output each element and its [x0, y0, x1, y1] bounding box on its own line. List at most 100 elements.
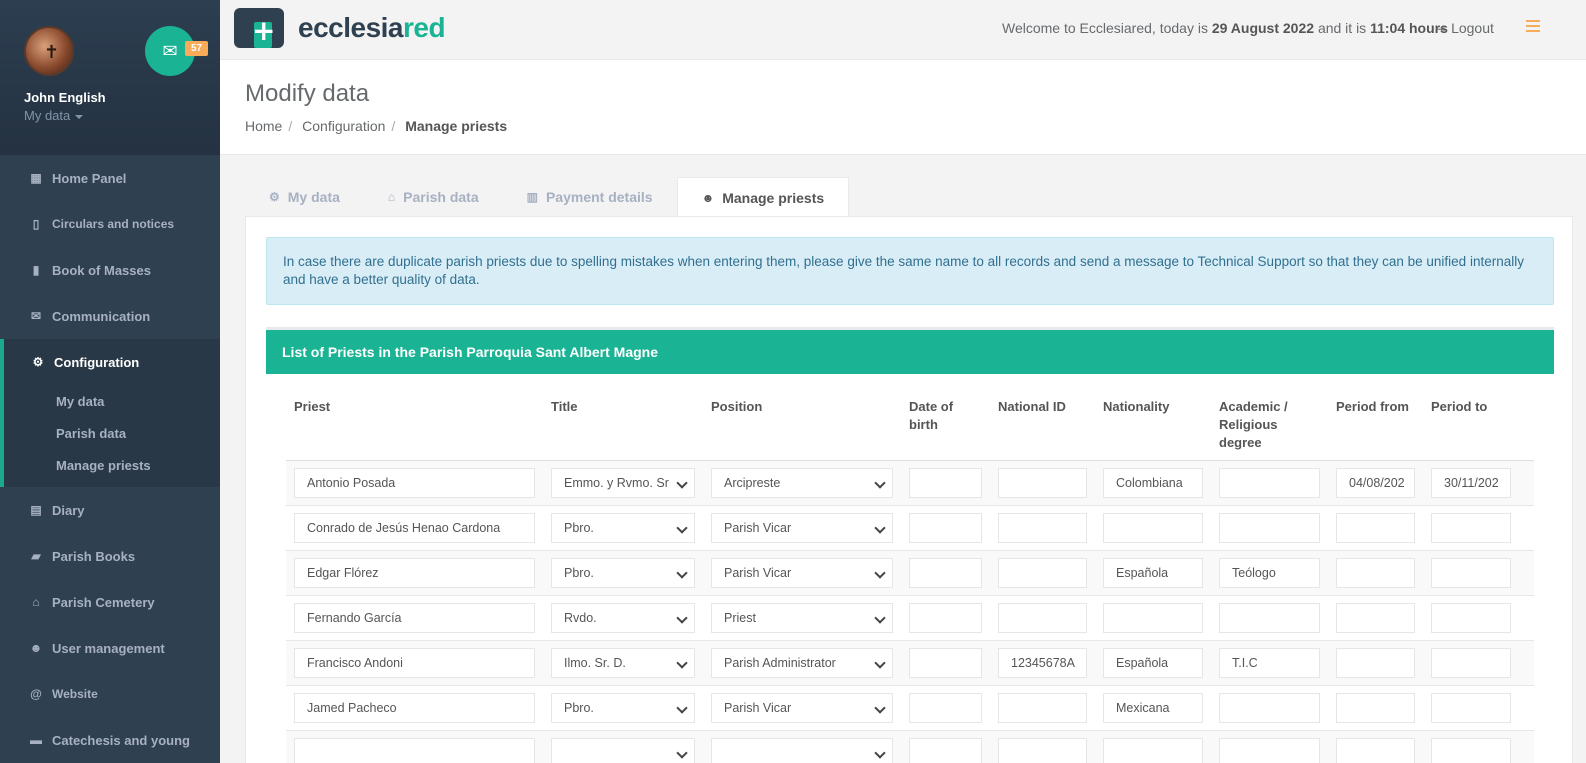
period-to-input[interactable]: [1431, 693, 1511, 723]
sidebar-item-parish-books[interactable]: ▰ Parish Books: [0, 533, 220, 579]
period-from-input[interactable]: [1336, 693, 1415, 723]
nationality-input[interactable]: Española: [1103, 558, 1203, 588]
priest-name-input[interactable]: Conrado de Jesús Henao Cardona: [294, 513, 535, 543]
title-select[interactable]: Ilmo. Sr. D.: [551, 648, 695, 678]
tab-my-data[interactable]: ⚙ My data: [245, 177, 364, 217]
sidebar-item-label: Home Panel: [52, 170, 127, 186]
current-date: 29 August 2022: [1211, 20, 1315, 36]
national-id-input[interactable]: [998, 468, 1087, 498]
national-id-input[interactable]: [998, 513, 1087, 543]
period-to-input[interactable]: [1431, 603, 1511, 633]
degree-input[interactable]: [1219, 693, 1320, 723]
degree-input[interactable]: [1219, 603, 1320, 633]
position-select[interactable]: Parish Vicar: [711, 558, 893, 588]
sidebar-item-circulars[interactable]: ▯ Circulars and notices: [0, 201, 220, 247]
title-select[interactable]: Pbro.: [551, 513, 695, 543]
date-of-birth-input[interactable]: [909, 468, 982, 498]
period-from-input[interactable]: [1336, 738, 1415, 763]
position-select[interactable]: Priest: [711, 603, 893, 633]
table-cell: [901, 595, 990, 641]
sidebar-item-book-of-masses[interactable]: ▮ Book of Masses: [0, 247, 220, 293]
table-cell: Pbro.: [543, 550, 703, 596]
national-id-input[interactable]: [998, 603, 1087, 633]
logo-text-part: ecclesia: [298, 12, 404, 43]
nationality-input[interactable]: [1103, 738, 1203, 763]
sidebar-item-home-panel[interactable]: ▦ Home Panel: [0, 155, 220, 201]
logo[interactable]: ecclesiared: [234, 8, 446, 48]
date-of-birth-input[interactable]: [909, 558, 982, 588]
priest-name-input[interactable]: Francisco Andoni: [294, 648, 535, 678]
sidebar-subitem-my-data[interactable]: My data: [4, 385, 220, 417]
breadcrumb-home[interactable]: Home: [245, 118, 282, 134]
nationality-input[interactable]: [1103, 603, 1203, 633]
title-select[interactable]: Pbro.: [551, 558, 695, 588]
sidebar-item-website[interactable]: @ Website: [0, 671, 220, 717]
position-select[interactable]: [711, 738, 893, 763]
welcome-message: Welcome to Ecclesiared, today is 29 Augu…: [1002, 20, 1448, 36]
nationality-input[interactable]: Colombiana: [1103, 468, 1203, 498]
period-to-input[interactable]: 30/11/202: [1431, 468, 1511, 498]
priest-name-input[interactable]: Antonio Posada: [294, 468, 535, 498]
period-to-input[interactable]: [1431, 513, 1511, 543]
degree-input[interactable]: T.I.C: [1219, 648, 1320, 678]
position-select[interactable]: Parish Administrator: [711, 648, 893, 678]
period-from-input[interactable]: 04/08/202: [1336, 468, 1415, 498]
menu-toggle-icon[interactable]: [1526, 20, 1540, 32]
sidebar-subitem-parish-data[interactable]: Parish data: [4, 417, 220, 449]
period-from-input[interactable]: [1336, 513, 1415, 543]
title-select[interactable]: Emmo. y Rvmo. Sr: [551, 468, 695, 498]
date-of-birth-input[interactable]: [909, 513, 982, 543]
period-from-input[interactable]: [1336, 558, 1415, 588]
date-of-birth-input[interactable]: [909, 603, 982, 633]
period-from-input[interactable]: [1336, 648, 1415, 678]
avatar[interactable]: [24, 26, 74, 76]
degree-input[interactable]: [1219, 513, 1320, 543]
breadcrumb-configuration[interactable]: Configuration: [302, 118, 385, 134]
col-header-priest: Priest: [286, 382, 543, 461]
table-cell: Emmo. y Rvmo. Sr: [543, 460, 703, 506]
degree-input[interactable]: [1219, 468, 1320, 498]
national-id-input[interactable]: [998, 738, 1087, 763]
date-of-birth-input[interactable]: [909, 693, 982, 723]
col-header-period-from: Period from: [1328, 382, 1423, 461]
priest-name-input[interactable]: Fernando García: [294, 603, 535, 633]
sidebar-item-user-management[interactable]: ☻ User management: [0, 625, 220, 671]
priest-name-input[interactable]: Edgar Flórez: [294, 558, 535, 588]
title-select[interactable]: Rvdo.: [551, 603, 695, 633]
period-from-input[interactable]: [1336, 603, 1415, 633]
position-select[interactable]: Parish Vicar: [711, 513, 893, 543]
tab-payment-details[interactable]: ▥ Payment details: [503, 177, 677, 217]
period-to-input[interactable]: [1431, 558, 1511, 588]
position-select[interactable]: Arcipreste: [711, 468, 893, 498]
degree-input[interactable]: Teólogo: [1219, 558, 1320, 588]
nationality-input[interactable]: Española: [1103, 648, 1203, 678]
nationality-input[interactable]: [1103, 513, 1203, 543]
nationality-input[interactable]: Mexicana: [1103, 693, 1203, 723]
period-to-input[interactable]: [1431, 648, 1511, 678]
table-cell: [901, 460, 990, 506]
national-id-input[interactable]: 12345678A: [998, 648, 1087, 678]
title-select[interactable]: Pbro.: [551, 693, 695, 723]
table-cell: 12345678A: [990, 640, 1095, 686]
sidebar-item-parish-cemetery[interactable]: ⌂ Parish Cemetery: [0, 579, 220, 625]
sidebar-item-diary[interactable]: ▤ Diary: [0, 487, 220, 533]
national-id-input[interactable]: [998, 558, 1087, 588]
sidebar-item-configuration[interactable]: ⚙ Configuration: [4, 339, 220, 385]
position-select[interactable]: Parish Vicar: [711, 693, 893, 723]
priest-name-input[interactable]: [294, 738, 535, 763]
period-to-input[interactable]: [1431, 738, 1511, 763]
logout-button[interactable]: ⇥ Logout: [1435, 20, 1494, 36]
degree-input[interactable]: [1219, 738, 1320, 763]
tab-parish-data[interactable]: ⌂ Parish data: [364, 177, 503, 217]
date-of-birth-input[interactable]: [909, 738, 982, 763]
national-id-input[interactable]: [998, 693, 1087, 723]
date-of-birth-input[interactable]: [909, 648, 982, 678]
sidebar-subitem-manage-priests[interactable]: Manage priests: [4, 449, 220, 481]
sidebar-item-catechesis[interactable]: ▬ Catechesis and young: [0, 717, 220, 763]
table-cell: Francisco Andoni: [286, 640, 543, 686]
sidebar-item-communication[interactable]: ✉ Communication: [0, 293, 220, 339]
user-menu-dropdown[interactable]: My data: [24, 108, 220, 123]
title-select[interactable]: [551, 738, 695, 763]
priest-name-input[interactable]: Jamed Pacheco: [294, 693, 535, 723]
tab-manage-priests[interactable]: ☻ Manage priests: [676, 177, 850, 217]
